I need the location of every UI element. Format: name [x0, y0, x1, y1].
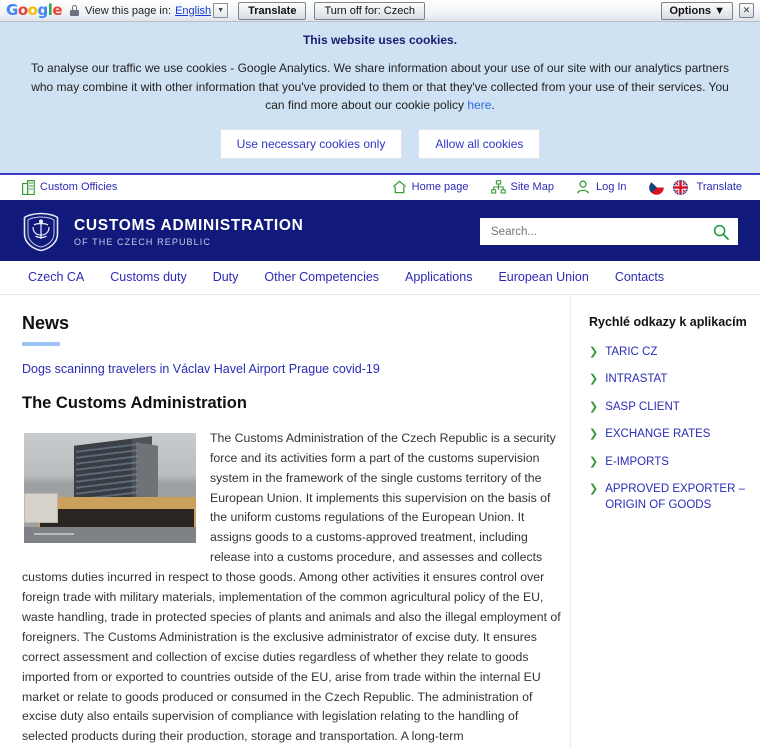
search-input[interactable]	[489, 224, 713, 239]
chevron-right-icon: ❯	[589, 428, 599, 441]
nav-item-czech-ca[interactable]: Czech CA	[28, 270, 84, 284]
cookie-banner: This website uses cookies. To analyse ou…	[0, 22, 760, 175]
chevron-down-icon[interactable]: ▼	[213, 3, 229, 18]
google-logo: Google	[6, 1, 63, 19]
custom-offices-link[interactable]: Custom Officies	[22, 179, 118, 195]
sidebar-item-e-imports[interactable]: ❯ E-IMPORTS	[589, 455, 750, 471]
primary-navigation: Czech CA Customs duty Duty Other Compete…	[0, 260, 760, 295]
nav-item-applications[interactable]: Applications	[405, 270, 472, 284]
utility-bar: Custom Officies Home page Site Map Log I…	[0, 174, 760, 203]
google-translate-bar: Google View this page in: English ▼ Tran…	[0, 0, 760, 22]
cookie-text-part-1: To analyse our traffic we use cookies - …	[31, 61, 729, 113]
user-icon	[576, 180, 591, 194]
site-title: CUSTOMS ADMINISTRATION	[74, 216, 304, 234]
translate-language-link[interactable]: English	[175, 5, 211, 17]
photo-base-dark	[40, 508, 194, 529]
chevron-right-icon: ❯	[589, 373, 599, 386]
lock-icon	[70, 5, 80, 16]
sidebar-item-label[interactable]: SASP CLIENT	[605, 400, 680, 416]
translate-bar-right-controls: Options ▼ ✕	[661, 1, 754, 20]
chevron-right-icon: ❯	[589, 455, 599, 468]
utility-bar-left: Custom Officies	[22, 179, 139, 195]
log-in-label: Log In	[595, 181, 627, 194]
search-icon[interactable]	[713, 224, 729, 240]
news-item-link[interactable]: Dogs scaninng travelers in Václav Havel …	[22, 362, 562, 376]
site-subtitle: OF THE CZECH REPUBLIC	[74, 236, 211, 247]
cookie-banner-title: This website uses cookies.	[302, 33, 458, 47]
site-header: CUSTOMS ADMINISTRATION OF THE CZECH REPU…	[0, 202, 760, 261]
close-icon[interactable]: ✕	[739, 3, 754, 18]
use-necessary-cookies-button[interactable]: Use necessary cookies only	[219, 128, 403, 159]
brand-text: CUSTOMS ADMINISTRATION OF THE CZECH REPU…	[74, 217, 304, 247]
translate-options-button[interactable]: Options ▼	[661, 1, 733, 20]
chevron-down-icon: ▼	[714, 4, 725, 17]
sidebar-item-label[interactable]: TARIC CZ	[605, 345, 657, 361]
allow-all-cookies-button[interactable]: Allow all cookies	[418, 128, 541, 159]
cookie-banner-text: To analyse our traffic we use cookies - …	[22, 59, 738, 115]
photo-road	[24, 526, 196, 543]
search-box[interactable]	[480, 218, 738, 246]
site-map-label: Site Map	[510, 181, 554, 194]
home-page-link[interactable]: Home page	[392, 180, 469, 194]
sidebar-item-sasp-client[interactable]: ❯ SASP CLIENT	[589, 400, 750, 416]
turn-off-translate-button[interactable]: Turn off for: Czech	[314, 1, 425, 20]
nav-item-other-competencies[interactable]: Other Competencies	[264, 270, 379, 284]
sidebar-item-label[interactable]: INTRASTAT	[605, 372, 667, 388]
page-content: News Dogs scaninng travelers in Václav H…	[0, 294, 760, 747]
home-page-label: Home page	[411, 181, 469, 194]
sidebar-item-intrastat[interactable]: ❯ INTRASTAT	[589, 372, 750, 388]
sidebar-item-exchange-rates[interactable]: ❯ EXCHANGE RATES	[589, 427, 750, 443]
home-icon	[392, 180, 407, 194]
log-in-link[interactable]: Log In	[576, 180, 627, 194]
sidebar-heading: Rychlé odkazy k aplikacím	[589, 314, 747, 329]
customs-crest-icon	[22, 212, 60, 252]
chevron-right-icon: ❯	[589, 400, 599, 413]
nav-item-contacts[interactable]: Contacts	[615, 270, 664, 284]
article-heading: The Customs Administration	[22, 393, 247, 412]
customs-building-photo	[24, 432, 196, 543]
site-map-link[interactable]: Site Map	[490, 180, 554, 194]
utility-bar-right: Home page Site Map Log In Translate	[392, 179, 742, 195]
building-icon	[22, 179, 35, 195]
brand-block[interactable]: CUSTOMS ADMINISTRATION OF THE CZECH REPU…	[22, 212, 304, 252]
chevron-right-icon: ❯	[589, 483, 599, 496]
cookie-text-part-2: .	[491, 98, 495, 113]
photo-adjacent-building	[24, 492, 58, 523]
news-heading-rule	[22, 341, 60, 346]
uk-flag-icon[interactable]	[672, 179, 688, 195]
sidebar-item-taric-cz[interactable]: ❯ TARIC CZ	[589, 345, 750, 361]
translate-label: Translate	[696, 181, 742, 194]
sidebar-item-label[interactable]: E-IMPORTS	[605, 455, 669, 471]
main-column: News Dogs scaninng travelers in Václav H…	[22, 295, 570, 747]
cookie-banner-buttons: Use necessary cookies only Allow all coo…	[22, 128, 738, 159]
cookie-policy-link[interactable]: here	[467, 98, 491, 112]
nav-item-duty[interactable]: Duty	[213, 270, 239, 284]
sidebar-item-label[interactable]: EXCHANGE RATES	[605, 427, 710, 443]
sitemap-icon	[490, 180, 506, 194]
chevron-right-icon: ❯	[589, 345, 599, 358]
sidebar-item-label[interactable]: APPROVED EXPORTER – ORIGIN OF GOODS	[605, 482, 750, 513]
custom-offices-label: Custom Officies	[40, 181, 118, 194]
translate-button[interactable]: Translate	[238, 1, 307, 20]
translate-language-switcher[interactable]: Translate	[648, 179, 742, 195]
nav-item-customs-duty[interactable]: Customs duty	[110, 270, 186, 284]
czech-flag-icon[interactable]	[648, 179, 664, 195]
sidebar-item-approved-exporter[interactable]: ❯ APPROVED EXPORTER – ORIGIN OF GOODS	[589, 482, 750, 513]
news-heading: News	[22, 312, 70, 333]
sidebar: Rychlé odkazy k aplikacím ❯ TARIC CZ ❯ I…	[570, 294, 760, 747]
nav-item-european-union[interactable]: European Union	[498, 270, 588, 284]
translate-options-label: Options	[669, 4, 712, 17]
translate-view-label: View this page in:	[85, 4, 172, 17]
